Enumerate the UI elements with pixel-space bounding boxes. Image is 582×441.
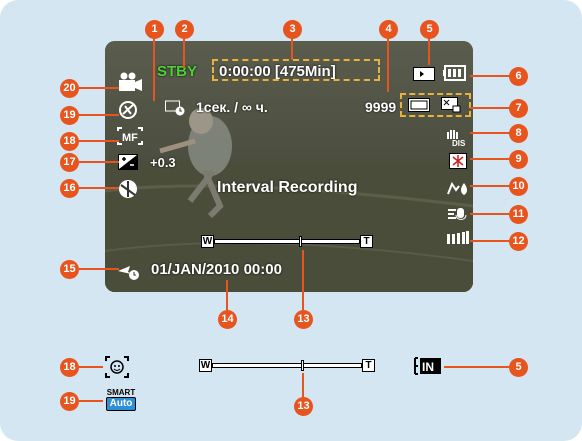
callout-line-11 bbox=[470, 213, 510, 215]
datetime-text: 01/JAN/2010 00:00 bbox=[151, 261, 282, 278]
callout-badge-12: 12 bbox=[509, 232, 528, 251]
lcd-screen: STBY 0:00:00 [475Min] 1сек. / ∞ ч. 9999 … bbox=[105, 41, 473, 292]
callout-line-3 bbox=[291, 37, 293, 60]
callout-badge-13: 13 bbox=[294, 310, 313, 329]
exposure-icon bbox=[118, 154, 138, 175]
legend-badge-5: 5 bbox=[509, 358, 528, 377]
battery-icon bbox=[443, 65, 467, 86]
callout-line-13 bbox=[302, 250, 304, 310]
time-highlight bbox=[212, 59, 380, 81]
callout-line-5 bbox=[428, 37, 430, 65]
callout-line-20 bbox=[79, 87, 119, 89]
no-power-off-icon bbox=[117, 263, 141, 286]
callout-badge-17: 17 bbox=[60, 153, 79, 172]
callout-line-15 bbox=[79, 268, 119, 270]
callout-line-9 bbox=[470, 158, 510, 160]
callout-badge-9: 9 bbox=[509, 150, 528, 169]
callout-line-14 bbox=[226, 280, 228, 310]
legend-line-18 bbox=[79, 366, 103, 368]
callout-line-17 bbox=[79, 161, 119, 163]
callout-badge-15: 15 bbox=[60, 260, 79, 279]
callout-line-12 bbox=[470, 240, 510, 242]
wind-cut-icon bbox=[447, 205, 469, 228]
callout-badge-2: 2 bbox=[175, 20, 194, 39]
callout-badge-11: 11 bbox=[509, 205, 528, 224]
interval-text: 1сек. / ∞ ч. bbox=[196, 99, 268, 115]
legend-line-13 bbox=[302, 373, 304, 397]
callout-line-8 bbox=[470, 132, 510, 134]
callout-line-19 bbox=[79, 114, 119, 116]
legend-zoom-wide-label: W bbox=[199, 359, 212, 372]
legend-zoom-position-marker bbox=[301, 360, 304, 371]
macro-icon bbox=[447, 180, 469, 203]
callout-badge-16: 16 bbox=[60, 179, 79, 198]
callout-badge-14: 14 bbox=[218, 310, 237, 329]
legend-badge-13: 13 bbox=[294, 397, 313, 416]
callout-badge-5: 5 bbox=[420, 20, 439, 39]
smart-auto-icon: SMART Auto bbox=[106, 388, 136, 412]
legend-line-19 bbox=[79, 400, 103, 402]
legend-zoom-track bbox=[212, 363, 362, 368]
callout-badge-18: 18 bbox=[60, 132, 79, 151]
zoom-tele-label: T bbox=[360, 235, 373, 248]
manual-focus-icon: MF bbox=[117, 127, 143, 150]
smart-auto-top-label: SMART bbox=[106, 388, 136, 397]
callout-line-7 bbox=[470, 107, 510, 109]
exposure-value: +0.3 bbox=[150, 155, 176, 170]
storage-card-icon bbox=[413, 67, 435, 86]
smart-auto-bottom-label: Auto bbox=[106, 397, 136, 411]
legend-line-5 bbox=[444, 366, 510, 368]
resolution-icon bbox=[408, 98, 430, 117]
callout-line-18 bbox=[79, 140, 119, 142]
legend-badge-18: 18 bbox=[60, 358, 79, 377]
callout-badge-1: 1 bbox=[145, 20, 164, 39]
callout-line-10 bbox=[470, 185, 510, 187]
callout-badge-3: 3 bbox=[283, 20, 302, 39]
zoom-position-marker bbox=[299, 236, 302, 247]
backlight-icon bbox=[449, 153, 467, 174]
callout-line-4 bbox=[387, 37, 389, 92]
dis-icon: DIS bbox=[445, 127, 467, 152]
callout-line-2 bbox=[183, 37, 185, 68]
callout-badge-8: 8 bbox=[509, 124, 528, 143]
scene-mode-icon bbox=[117, 179, 139, 204]
quality-icon bbox=[441, 97, 461, 118]
zoom-track bbox=[214, 239, 360, 244]
callout-badge-4: 4 bbox=[379, 20, 398, 39]
callout-line-6 bbox=[470, 75, 510, 77]
anti-shake-icon bbox=[117, 100, 139, 125]
legend-zoom-bar: W T bbox=[199, 359, 375, 373]
interval-timer-icon bbox=[165, 100, 185, 121]
shot-count-text: 9999 bbox=[365, 99, 397, 115]
callout-badge-19: 19 bbox=[60, 106, 79, 125]
zoom-wide-label: W bbox=[201, 235, 214, 248]
zoom-bar: W T bbox=[201, 235, 373, 249]
status-text: STBY bbox=[157, 63, 198, 80]
callout-badge-6: 6 bbox=[509, 67, 528, 86]
svg-text:IN: IN bbox=[422, 360, 434, 374]
svg-text:DIS: DIS bbox=[452, 139, 466, 147]
callout-line-16 bbox=[79, 187, 119, 189]
face-detect-icon bbox=[105, 356, 129, 383]
legend-zoom-tele-label: T bbox=[362, 359, 375, 372]
svg-text:MF: MF bbox=[122, 132, 138, 144]
callout-badge-7: 7 bbox=[509, 99, 528, 118]
legend-badge-19: 19 bbox=[60, 392, 79, 411]
callout-badge-10: 10 bbox=[509, 177, 528, 196]
bar-meter-icon bbox=[447, 231, 469, 250]
internal-memory-icon: IN bbox=[414, 357, 442, 380]
mode-label: Interval Recording bbox=[217, 179, 358, 196]
callout-badge-20: 20 bbox=[60, 79, 79, 98]
camcorder-mode-icon bbox=[117, 72, 143, 97]
callout-line-1 bbox=[153, 37, 155, 101]
